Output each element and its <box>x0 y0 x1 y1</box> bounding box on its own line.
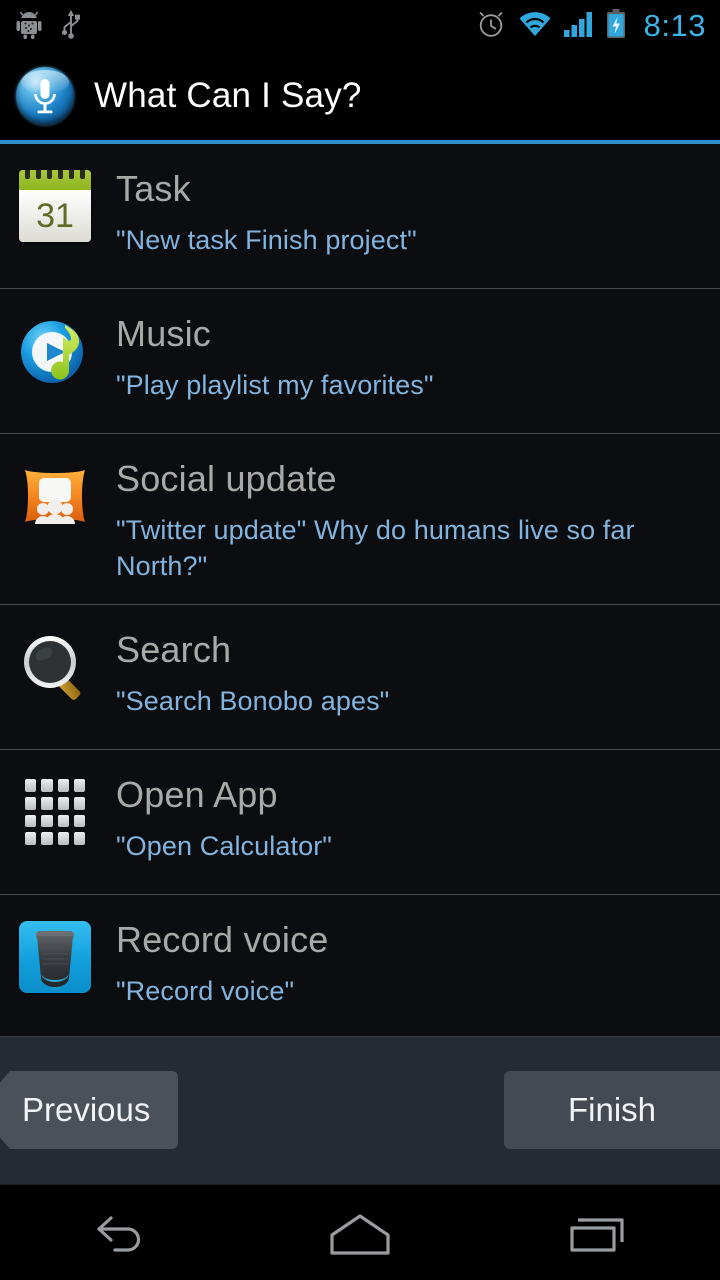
calendar-icon: 31 <box>19 170 91 242</box>
list-item-text: Social update "Twitter update" Why do hu… <box>94 456 704 584</box>
system-navigation-bar <box>0 1184 720 1280</box>
back-icon[interactable] <box>50 1185 190 1280</box>
status-bar-left-icons <box>16 9 82 44</box>
list-item-icon <box>16 772 94 848</box>
list-item-example: "Record voice" <box>116 976 295 1006</box>
list-item-task[interactable]: 31 Task "New task Finish project" <box>0 144 720 289</box>
list-item-text: Search "Search Bonobo apes" <box>94 627 704 719</box>
list-item-icon <box>16 917 94 993</box>
recents-icon[interactable] <box>530 1185 670 1280</box>
cellular-signal-icon <box>563 10 594 43</box>
list-item-open-app[interactable]: Open App "Open Calculator" <box>0 750 720 895</box>
list-item-example: "Play playlist my favorites" <box>116 370 434 400</box>
list-item-text: Open App "Open Calculator" <box>94 772 704 864</box>
home-icon[interactable] <box>290 1185 430 1280</box>
list-item-music[interactable]: Music "Play playlist my favorites" <box>0 289 720 434</box>
usb-icon <box>60 9 82 44</box>
list-item-title: Record voice <box>116 919 329 960</box>
status-bar-clock: 8:13 <box>643 8 706 43</box>
list-item-example: "Twitter update" Why do humans live so f… <box>116 515 635 581</box>
app-grid-icon <box>19 776 91 848</box>
list-item-text: Task "New task Finish project" <box>94 166 704 258</box>
list-item-icon <box>16 456 94 532</box>
command-list: 31 Task "New task Finish project" Music … <box>0 144 720 1036</box>
list-item-title: Task <box>116 168 191 209</box>
list-item-text: Record voice "Record voice" <box>94 917 704 1009</box>
wizard-button-bar: Previous Finish <box>0 1036 720 1184</box>
status-bar-right-icons: 8:13 <box>476 8 706 44</box>
list-item-title: Search <box>116 629 232 670</box>
list-item-icon <box>16 627 94 703</box>
list-item-social-update[interactable]: Social update "Twitter update" Why do hu… <box>0 434 720 605</box>
voice-recorder-icon <box>19 921 91 993</box>
page-title: What Can I Say? <box>94 76 362 115</box>
microphone-icon <box>16 67 74 125</box>
list-item-title: Social update <box>116 458 337 499</box>
status-bar: 8:13 <box>0 0 720 52</box>
list-item-example: "New task Finish project" <box>116 225 417 255</box>
phone-screen: 8:13 What Can I Say? 31 Task "New task F… <box>0 0 720 1280</box>
android-debug-icon <box>16 9 42 44</box>
list-item-icon <box>16 311 94 387</box>
magnifier-icon <box>19 631 91 703</box>
social-people-bubble-icon <box>19 460 91 532</box>
battery-charging-icon <box>606 8 626 44</box>
calendar-day-number: 31 <box>36 197 74 235</box>
list-item-title: Music <box>116 313 212 354</box>
list-item-text: Music "Play playlist my favorites" <box>94 311 704 403</box>
app-header: What Can I Say? <box>0 52 720 144</box>
list-item-example: "Open Calculator" <box>116 831 332 861</box>
alarm-clock-icon <box>476 9 506 44</box>
finish-button[interactable]: Finish <box>504 1071 720 1149</box>
list-item-title: Open App <box>116 774 278 815</box>
previous-button[interactable]: Previous <box>0 1071 179 1149</box>
music-note-play-icon <box>19 315 91 387</box>
list-item-record-voice[interactable]: Record voice "Record voice" <box>0 895 720 1036</box>
list-item-icon: 31 <box>16 166 94 242</box>
list-item-example: "Search Bonobo apes" <box>116 686 390 716</box>
wifi-icon <box>518 10 552 43</box>
list-item-search[interactable]: Search "Search Bonobo apes" <box>0 605 720 750</box>
